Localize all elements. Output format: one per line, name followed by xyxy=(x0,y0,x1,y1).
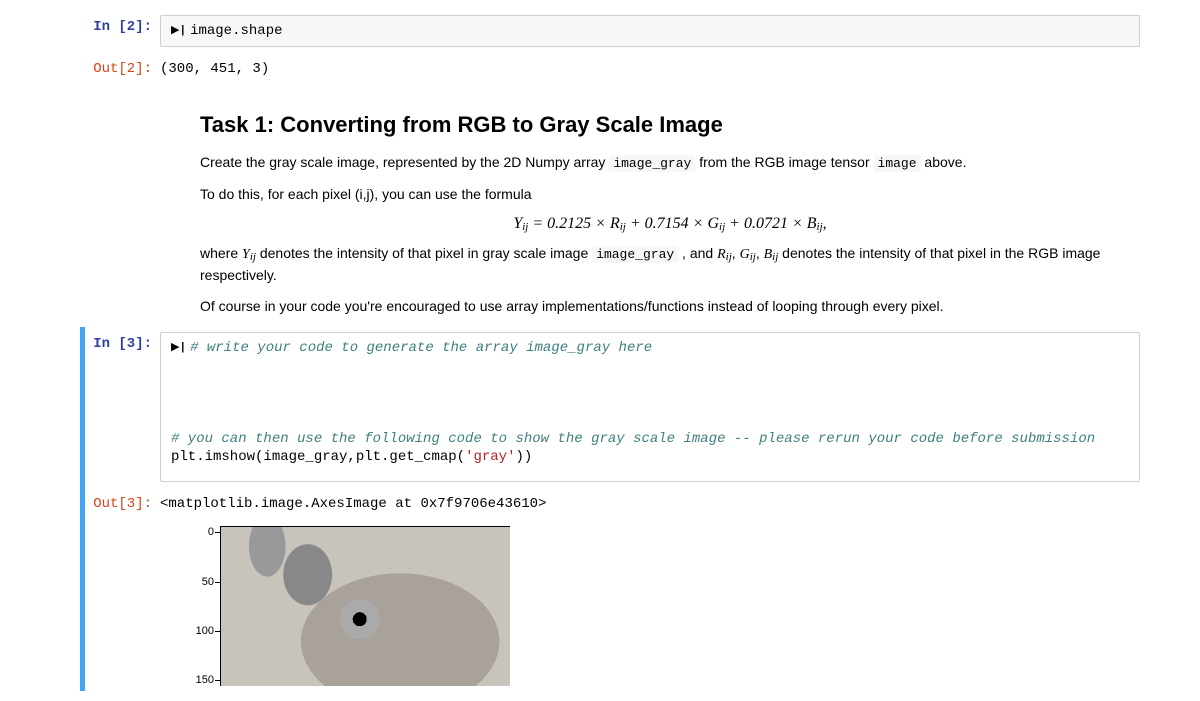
ytick-1: 50 xyxy=(202,576,214,588)
task1-p4: Of course in your code you're encouraged… xyxy=(200,296,1140,317)
code-image: image xyxy=(874,155,921,172)
code-cell-3: In [3]: ▶| # write your code to generate … xyxy=(40,327,1200,487)
output-text-3: <matplotlib.image.AxesImage at 0x7f9706e… xyxy=(160,492,1140,516)
code-input-3[interactable]: ▶| # write your code to generate the arra… xyxy=(160,332,1140,482)
code-cell-3-output: Out[3]: <matplotlib.image.AxesImage at 0… xyxy=(40,487,1200,691)
plot-output: 0 50 100 150 xyxy=(180,516,1140,686)
code-line-3c: )) xyxy=(515,449,532,465)
in-prompt-2: In [2]: xyxy=(40,15,160,47)
code-text: image.shape xyxy=(190,23,282,39)
code-input-2[interactable]: ▶| image.shape xyxy=(160,15,1140,47)
code-line-3a: plt.imshow(image_gray,plt.get_cmap( xyxy=(171,449,465,465)
output-text-2: (300, 451, 3) xyxy=(160,57,1140,81)
code-string: 'gray' xyxy=(465,449,515,465)
task1-p2: To do this, for each pixel (i,j), you ca… xyxy=(200,184,1140,205)
plot-y-axis: 0 50 100 150 xyxy=(180,526,220,686)
task1-p3: where Yij denotes the intensity of that … xyxy=(200,243,1140,287)
ytick-3: 150 xyxy=(196,674,214,686)
code-cell-2-output: Out[2]: (300, 451, 3) xyxy=(40,52,1200,86)
ytick-2: 100 xyxy=(196,625,214,637)
code-image-gray: image_gray xyxy=(609,155,695,172)
run-icon[interactable]: ▶| xyxy=(171,341,186,355)
ytick-0: 0 xyxy=(208,526,214,538)
task1-heading: Task 1: Converting from RGB to Gray Scal… xyxy=(200,112,1140,138)
task1-p1: Create the gray scale image, represented… xyxy=(200,152,1140,174)
run-icon[interactable]: ▶| xyxy=(171,24,186,38)
code-comment-2: # you can then use the following code to… xyxy=(171,431,1095,447)
formula: Yij = 0.2125 × Rij + 0.7154 × Gij + 0.07… xyxy=(200,215,1140,233)
plot-image-grayscale-cat xyxy=(220,526,510,686)
code-image-gray-2: image_gray xyxy=(592,246,678,263)
code-cell-2: In [2]: ▶| image.shape xyxy=(40,10,1200,52)
in-prompt-3: In [3]: xyxy=(40,332,160,482)
out-prompt-2: Out[2]: xyxy=(40,57,160,81)
markdown-cell-task1: Task 1: Converting from RGB to Gray Scal… xyxy=(40,112,1200,317)
out-prompt-3: Out[3]: xyxy=(40,492,160,686)
code-comment-1: # write your code to generate the array … xyxy=(190,340,652,356)
